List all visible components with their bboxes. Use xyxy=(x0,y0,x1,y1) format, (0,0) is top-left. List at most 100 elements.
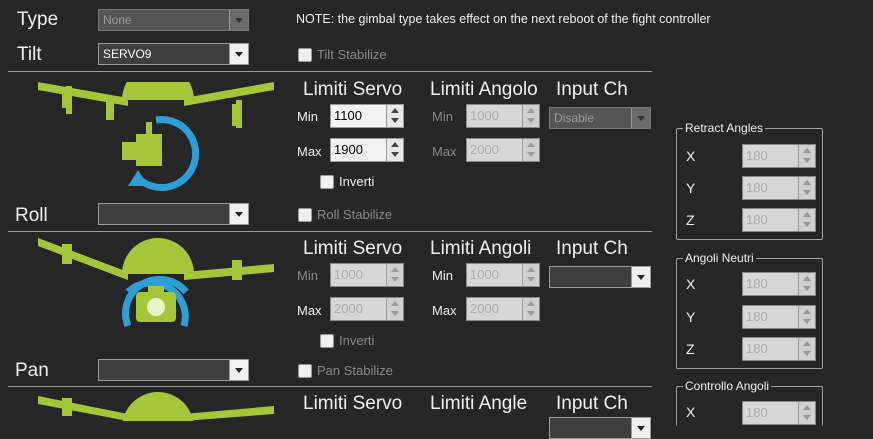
tilt-servo-min-label: Min xyxy=(297,109,318,124)
roll-input-channel-heading: Input Ch xyxy=(556,238,628,259)
checkbox-box[interactable] xyxy=(320,174,334,189)
pan-stabilize-label: Pan Stabilize xyxy=(317,363,393,378)
roll-label: Roll xyxy=(15,205,48,226)
pan-input-select[interactable] xyxy=(549,417,651,439)
roll-stabilize-label: Roll Stabilize xyxy=(317,207,393,222)
roll-stabilize-checkbox[interactable]: Roll Stabilize xyxy=(298,207,392,222)
spinner-arrows-icon[interactable] xyxy=(522,139,539,161)
roll-servo-min-label: Min xyxy=(297,268,318,283)
neutral-x-input[interactable]: 180 xyxy=(742,272,816,296)
checkbox-box[interactable] xyxy=(320,333,334,348)
spinner-arrows-icon[interactable] xyxy=(386,298,403,320)
tilt-select[interactable]: SERVO9 xyxy=(98,43,249,65)
tilt-drone-icon xyxy=(38,82,274,191)
spinner-arrows-icon[interactable] xyxy=(798,209,815,231)
control-x-label: X xyxy=(686,404,696,420)
tilt-angle-min-value: 1000 xyxy=(470,108,499,123)
roll-angle-limits-heading: Limiti Angoli xyxy=(430,238,532,259)
roll-angle-max-input[interactable]: 2000 xyxy=(466,297,540,321)
retract-x-value: 180 xyxy=(746,148,768,163)
pan-servo-limits-heading: Limiti Servo xyxy=(303,393,403,414)
pan-separator xyxy=(8,386,652,387)
spinner-arrows-icon[interactable] xyxy=(386,139,403,161)
tilt-servo-max-input[interactable]: 1900 xyxy=(330,138,404,162)
tilt-angle-max-input[interactable]: 2000 xyxy=(466,138,540,162)
tilt-servo-min-value: 1100 xyxy=(334,108,362,123)
tilt-stabilize-checkbox[interactable]: Tilt Stabilize xyxy=(298,47,387,62)
pan-stabilize-checkbox[interactable]: Pan Stabilize xyxy=(298,363,393,378)
retract-y-label: Y xyxy=(686,180,696,196)
retract-x-label: X xyxy=(686,148,696,164)
roll-servo-min-input[interactable]: 1000 xyxy=(330,263,404,287)
roll-angle-min-input[interactable]: 1000 xyxy=(466,263,540,287)
retract-z-input[interactable]: 180 xyxy=(742,208,816,232)
roll-invert-label: Inverti xyxy=(339,333,375,348)
neutral-x-value: 180 xyxy=(746,276,768,291)
checkbox-box[interactable] xyxy=(298,207,312,222)
type-label: Type xyxy=(17,9,59,30)
neutral-z-label: Z xyxy=(686,341,695,357)
spinner-arrows-icon[interactable] xyxy=(798,273,815,295)
tilt-servo-min-input[interactable]: 1100 xyxy=(330,104,404,128)
spinner-arrows-icon[interactable] xyxy=(798,338,815,360)
tilt-angle-max-label: Max xyxy=(432,144,457,159)
retract-z-label: Z xyxy=(686,212,695,228)
roll-angle-min-label: Min xyxy=(432,268,453,283)
roll-select[interactable] xyxy=(98,203,249,225)
neutral-y-input[interactable]: 180 xyxy=(742,305,816,329)
roll-servo-min-value: 1000 xyxy=(334,267,363,282)
tilt-stabilize-label: Tilt Stabilize xyxy=(317,47,387,62)
neutral-z-input[interactable]: 180 xyxy=(742,337,816,361)
roll-input-select[interactable] xyxy=(549,266,651,288)
neutral-z-value: 180 xyxy=(746,341,768,356)
tilt-servo-limits-heading: Limiti Servo xyxy=(303,79,403,100)
tilt-input-select[interactable]: Disable xyxy=(549,107,651,129)
spinner-arrows-icon[interactable] xyxy=(522,298,539,320)
retract-y-input[interactable]: 180 xyxy=(742,176,816,200)
spinner-arrows-icon[interactable] xyxy=(522,105,539,127)
tilt-separator xyxy=(8,71,652,72)
neutral-x-label: X xyxy=(686,276,696,292)
spinner-arrows-icon[interactable] xyxy=(798,177,815,199)
chevron-down-icon[interactable] xyxy=(631,418,650,438)
chevron-down-icon[interactable] xyxy=(229,10,248,30)
tilt-invert-label: Inverti xyxy=(339,174,375,189)
retract-y-value: 180 xyxy=(746,180,768,195)
chevron-down-icon[interactable] xyxy=(229,360,248,380)
spinner-arrows-icon[interactable] xyxy=(386,264,403,286)
pan-angle-limits-heading: Limiti Angle xyxy=(430,393,528,414)
chevron-down-icon[interactable] xyxy=(229,44,248,64)
roll-angle-min-value: 1000 xyxy=(470,267,499,282)
tilt-servo-max-label: Max xyxy=(297,144,322,159)
tilt-angle-min-input[interactable]: 1000 xyxy=(466,104,540,128)
tilt-invert-checkbox[interactable]: Inverti xyxy=(320,174,374,189)
roll-invert-checkbox[interactable]: Inverti xyxy=(320,333,374,348)
type-select[interactable]: None xyxy=(98,9,249,31)
control-x-value: 180 xyxy=(746,405,768,420)
roll-servo-max-input[interactable]: 2000 xyxy=(330,297,404,321)
spinner-arrows-icon[interactable] xyxy=(386,105,403,127)
spinner-arrows-icon[interactable] xyxy=(522,264,539,286)
control-x-input[interactable]: 180 xyxy=(742,401,816,425)
roll-angle-max-label: Max xyxy=(432,303,457,318)
neutral-y-label: Y xyxy=(686,309,696,325)
roll-servo-max-value: 2000 xyxy=(334,301,363,316)
checkbox-box[interactable] xyxy=(298,47,312,62)
retract-x-input[interactable]: 180 xyxy=(742,144,816,168)
tilt-label: Tilt xyxy=(17,44,42,65)
spinner-arrows-icon[interactable] xyxy=(798,145,815,167)
retract-angles-title: Retract Angles xyxy=(683,121,766,135)
chevron-down-icon[interactable] xyxy=(631,267,650,287)
roll-angle-max-value: 2000 xyxy=(470,301,499,316)
spinner-arrows-icon[interactable] xyxy=(798,306,815,328)
roll-servo-max-label: Max xyxy=(297,303,322,318)
pan-select[interactable] xyxy=(98,359,249,381)
tilt-angle-max-value: 2000 xyxy=(470,142,499,157)
tilt-servo-max-value: 1900 xyxy=(334,142,363,157)
checkbox-box[interactable] xyxy=(298,363,312,378)
roll-separator xyxy=(8,231,652,232)
chevron-down-icon[interactable] xyxy=(631,108,650,128)
pan-label: Pan xyxy=(15,360,49,381)
chevron-down-icon[interactable] xyxy=(229,204,248,224)
retract-z-value: 180 xyxy=(746,212,768,227)
